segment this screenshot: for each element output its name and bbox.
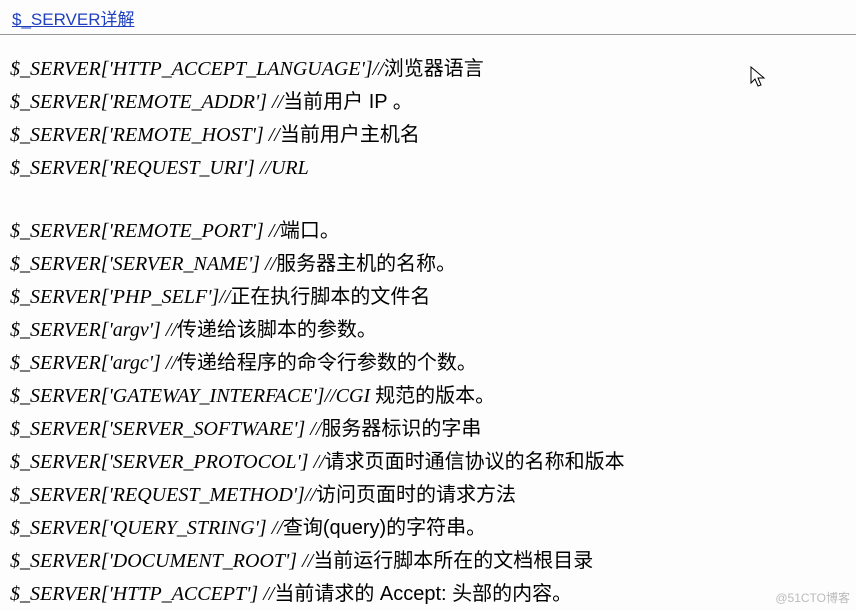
comment-text: 请求页面时通信协议的名称和版本 [325,451,625,473]
code-text: $_SERVER['argc'] // [10,352,177,374]
comment-text: 传递给程序的命令行参数的个数。 [177,352,477,374]
code-text: $_SERVER['SERVER_NAME'] // [10,253,276,275]
code-text: $_SERVER['HTTP_ACCEPT_LANGUAGE']// [10,58,384,80]
code-text: $_SERVER['SERVER_SOFTWARE'] // [10,418,321,440]
code-text: $_SERVER['GATEWAY_INTERFACE']//CGI [10,385,375,407]
code-line: $_SERVER['REQUEST_METHOD']//访问页面时的请求方法 [10,479,846,512]
comment-text: 正在执行脚本的文件名 [230,286,430,308]
code-line: $_SERVER['PHP_SELF']//正在执行脚本的文件名 [10,281,846,314]
code-text: $_SERVER['HTTP_ACCEPT'] // [10,583,274,605]
comment-text: 当前请求的 Accept: 头部的内容。 [274,583,572,605]
code-text: $_SERVER['REQUEST_METHOD']// [10,484,316,506]
comment-text: 规范的版本。 [375,385,495,407]
code-line: $_SERVER['GATEWAY_INTERFACE']//CGI 规范的版本… [10,380,846,413]
comment-text: 当前用户 IP 。 [283,91,413,113]
code-text: $_SERVER['REMOTE_ADDR'] // [10,91,283,113]
comment-text: 传递给该脚本的参数。 [177,319,377,341]
comment-text: 端口。 [280,220,340,242]
code-line: $_SERVER['SERVER_SOFTWARE'] //服务器标识的字串 [10,413,846,446]
comment-text: 服务器主机的名称。 [276,253,456,275]
comment-text: 查询(query)的字符串。 [283,517,486,539]
code-line: $_SERVER['REMOTE_HOST'] //当前用户主机名 [10,119,846,152]
code-line: $_SERVER['REQUEST_URI'] //URL [10,152,846,185]
code-line: $_SERVER['REMOTE_ADDR'] //当前用户 IP 。 [10,86,846,119]
code-text: $_SERVER['REQUEST_URI'] //URL [10,157,309,179]
watermark-text: @51CTO博客 [775,589,850,606]
code-line: $_SERVER['HTTP_ACCEPT_LANGUAGE']//浏览器语言 [10,53,846,86]
code-text: $_SERVER['QUERY_STRING'] // [10,517,283,539]
code-line: $_SERVER['argc'] //传递给程序的命令行参数的个数。 [10,347,846,380]
comment-text: 当前用户主机名 [280,124,420,146]
code-line: $_SERVER['argv'] //传递给该脚本的参数。 [10,314,846,347]
code-text: $_SERVER['PHP_SELF']// [10,286,230,308]
code-line: $_SERVER['SERVER_NAME'] //服务器主机的名称。 [10,248,846,281]
code-text: $_SERVER['DOCUMENT_ROOT'] // [10,550,313,572]
comment-text: 浏览器语言 [384,58,484,80]
header: $_SERVER详解 [0,0,856,35]
code-line: $_SERVER['HTTP_ACCEPT'] //当前请求的 Accept: … [10,578,846,611]
content-area: $_SERVER['HTTP_ACCEPT_LANGUAGE']//浏览器语言 … [0,35,856,611]
code-text: $_SERVER['REMOTE_PORT'] // [10,220,280,242]
code-line: $_SERVER['DOCUMENT_ROOT'] //当前运行脚本所在的文档根… [10,545,846,578]
comment-text: 服务器标识的字串 [321,418,481,440]
code-text: $_SERVER['REMOTE_HOST'] // [10,124,280,146]
comment-text: 当前运行脚本所在的文档根目录 [313,550,593,572]
code-line: $_SERVER['QUERY_STRING'] //查询(query)的字符串… [10,512,846,545]
code-text: $_SERVER['argv'] // [10,319,177,341]
code-line: $_SERVER['REMOTE_PORT'] //端口。 [10,215,846,248]
code-text: $_SERVER['SERVER_PROTOCOL'] // [10,451,325,473]
blank-line [10,185,846,215]
code-line: $_SERVER['SERVER_PROTOCOL'] //请求页面时通信协议的… [10,446,846,479]
title-link[interactable]: $_SERVER详解 [12,10,135,29]
comment-text: 访问页面时的请求方法 [316,484,516,506]
